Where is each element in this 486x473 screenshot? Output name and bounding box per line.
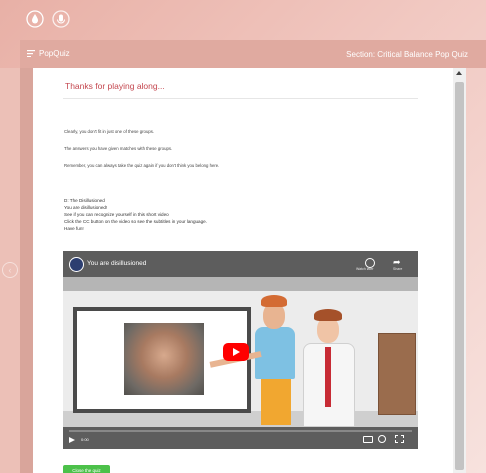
section-label: Section: Critical Balance Pop Quiz [346,50,468,59]
play-icon[interactable] [69,437,75,443]
microphone-icon[interactable] [52,10,70,28]
fullscreen-icon[interactable] [395,435,404,443]
result-line: You are disillusioned! [64,205,108,210]
video-controls: 0:00 [63,427,418,449]
result-block: D: The Disillusioned You are disillusion… [64,197,207,232]
quiz-panel: Thanks for playing along... Clearly, you… [33,68,453,473]
video-progress-bar[interactable] [69,430,412,432]
youtube-play-icon[interactable] [223,343,249,361]
video-time: 0:00 [81,437,89,442]
result-group-name: D: The Disillusioned [64,198,105,203]
app-name: PopQuiz [39,49,70,58]
share-label: Share [393,267,403,271]
channel-avatar[interactable] [69,257,84,272]
left-gutter: ‹ [0,68,20,473]
droplet-icon[interactable] [26,10,44,28]
doctor-tie [325,347,331,407]
scroll-thumb[interactable] [455,82,464,470]
paragraph: The answers you have given matches with … [64,146,173,151]
divider [63,98,418,99]
video-player[interactable]: You are disillusioned Watch later ➦ Shar… [63,251,418,449]
result-line: Have fun! [64,226,84,231]
close-quiz-button[interactable]: Close the quiz [63,465,110,473]
quiz-title: Thanks for playing along... [65,81,165,91]
video-ceiling [63,277,418,291]
character-hair [261,295,287,307]
paragraph: Clearly, you don't fit in just one of th… [64,129,155,134]
whiteboard-photo [124,323,204,395]
scrollbar[interactable] [453,68,466,473]
character-body [255,327,295,379]
paragraph: Remember, you can always take the quiz a… [64,163,220,168]
doctor-hair [314,309,342,321]
previous-arrow-icon[interactable]: ‹ [2,262,18,278]
settings-gear-icon[interactable] [378,435,386,443]
closed-captions-icon[interactable] [363,436,373,443]
video-title[interactable]: You are disillusioned [87,260,146,267]
result-line: Click the CC button on the video so see … [64,219,208,224]
top-bar [0,0,486,40]
watch-later-label: Watch later [356,267,374,271]
character-legs [261,377,291,425]
menu-button[interactable]: PopQuiz [27,49,70,58]
menu-icon [27,50,35,57]
scroll-up-arrow-icon[interactable] [456,71,462,75]
result-line: See if you can recognize yourself in thi… [64,212,169,217]
app-header: PopQuiz Section: Critical Balance Pop Qu… [20,40,486,68]
cabinet [378,333,416,415]
